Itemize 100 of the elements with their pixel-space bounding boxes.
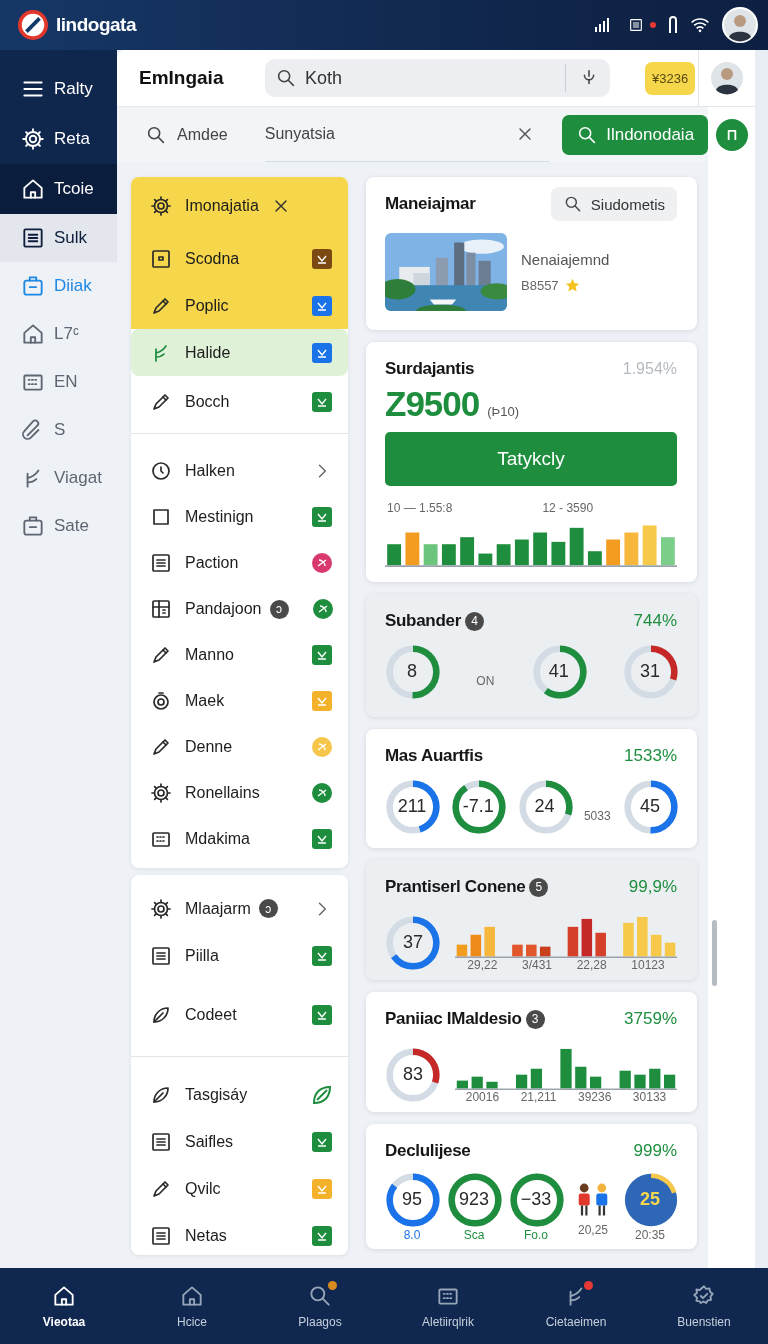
list-item[interactable]: Manno: [131, 632, 348, 678]
sidebar-item[interactable]: Sate: [0, 502, 117, 550]
chart-bar: [516, 1074, 528, 1089]
axis-label: 39236: [577, 1090, 612, 1104]
list-item[interactable]: Mdakima: [131, 816, 348, 862]
chart-bar: [514, 539, 529, 566]
avatar-icon[interactable]: [722, 7, 758, 43]
card-title: Surdajantis: [385, 359, 475, 379]
chart-bar: [387, 544, 402, 566]
chart-bar: [619, 1070, 631, 1089]
battery-icon: [668, 16, 678, 34]
search-icon: [307, 1283, 333, 1309]
list-item[interactable]: Scodna: [131, 235, 348, 282]
list-item[interactable]: Piilla: [131, 932, 348, 979]
sidebar-item[interactable]: Sulk: [0, 214, 117, 262]
avatar-icon[interactable]: [709, 60, 745, 96]
axis-label: 10 — 1.55:8: [387, 501, 453, 515]
gauge-value: -7.1: [461, 796, 495, 817]
chart-bar: [623, 922, 634, 957]
chart-bar: [470, 934, 482, 957]
axis-label: 30133: [632, 1090, 667, 1104]
search-field[interactable]: Koth: [265, 59, 610, 97]
list-item[interactable]: Paction: [131, 540, 348, 586]
chart-bar: [471, 1076, 483, 1089]
axis-label: 29,22: [467, 958, 498, 972]
search-input[interactable]: Koth: [305, 67, 557, 89]
sidebar-item[interactable]: EN: [0, 358, 117, 406]
gear-icon: [149, 194, 173, 218]
sidebar-item[interactable]: Ralty: [0, 64, 117, 114]
music-button[interactable]: [715, 118, 748, 151]
search-button[interactable]: Ilndonodaia: [562, 114, 709, 155]
sidebar-item[interactable]: L7ᶜ: [0, 310, 117, 358]
sidebar-item[interactable]: Viagat: [0, 454, 117, 502]
nav-tab[interactable]: Plaagos: [256, 1268, 384, 1344]
card-title: Subander: [385, 611, 461, 631]
sidebar-item[interactable]: Reta: [0, 114, 117, 164]
star-icon: [564, 278, 580, 293]
list-item[interactable]: Denne: [131, 724, 348, 770]
chart-bar: [624, 532, 639, 566]
list-item[interactable]: Tasgisáy: [131, 1071, 348, 1118]
list-item[interactable]: Halide: [131, 329, 348, 376]
list-item[interactable]: Mestinign: [131, 494, 348, 540]
sidebar-item[interactable]: Tcoie: [0, 164, 117, 214]
scrollbar[interactable]: [712, 920, 717, 986]
count-badge: 4: [465, 611, 484, 631]
chart-bar: [441, 544, 456, 566]
percent-change: 1533%: [624, 746, 677, 766]
axis-label: 3/431: [521, 958, 552, 972]
list-item[interactable]: Saifles: [131, 1118, 348, 1165]
axis-label: 20016: [465, 1090, 500, 1104]
list-item[interactable]: Poplic: [131, 282, 348, 329]
list-item[interactable]: Netas: [131, 1212, 348, 1255]
axis-label: 12 - 3590: [542, 501, 594, 515]
gauge-value: 31: [638, 661, 661, 682]
sidebar-item[interactable]: S: [0, 406, 117, 454]
card-title: Mas Auartfis: [385, 746, 483, 766]
chart-bar: [642, 525, 657, 566]
chart-bar: [575, 1066, 587, 1089]
document-icon: [20, 225, 46, 251]
gauge-value: 83: [402, 1064, 424, 1085]
count-badge: ɔ: [258, 899, 278, 918]
count-badge: 5: [529, 877, 549, 897]
chart-bar: [551, 541, 566, 566]
gauge-value: 45: [638, 796, 661, 817]
list-item[interactable]: Bocch: [131, 376, 348, 428]
axis-label: 21,211: [520, 1090, 557, 1104]
chart-bar: [567, 926, 579, 957]
action-button[interactable]: Tatykcly: [385, 432, 677, 486]
percent-change: 1.954%: [622, 360, 677, 378]
nav-tab[interactable]: Vieotaa: [0, 1268, 128, 1344]
nav-tab[interactable]: Hcice: [128, 1268, 256, 1344]
gauge-value: 25: [639, 1189, 661, 1210]
stat-value: Z9500: [385, 384, 480, 424]
list-item[interactable]: Maek: [131, 678, 348, 724]
list-item[interactable]: Ronellains: [131, 770, 348, 816]
list-item[interactable]: Halken: [131, 448, 348, 494]
wifi-icon: [690, 17, 710, 33]
search-button[interactable]: Siudometis: [550, 187, 677, 221]
list-item[interactable]: Qvilc: [131, 1165, 348, 1212]
settings-icon: [20, 126, 46, 152]
list-item[interactable]: Pandajoon ɔ: [131, 586, 348, 632]
app-name: Iindogata: [56, 14, 136, 36]
nav-tab[interactable]: Cietaeimen: [512, 1268, 640, 1344]
list-item[interactable]: Codeet: [131, 979, 348, 1051]
gauge-value: 95: [401, 1189, 423, 1210]
card-title: Declulijese: [385, 1141, 471, 1161]
filter-link[interactable]: Amdee: [145, 123, 265, 146]
gauge-caption: Sca: [463, 1228, 485, 1242]
gauge-caption: 20,25: [578, 1223, 608, 1237]
gauge-caption: Fo.o: [524, 1228, 548, 1242]
gauge-value: 8: [406, 661, 418, 682]
chart-bar: [660, 537, 675, 566]
gauge-value: 923: [457, 1189, 490, 1210]
list-item[interactable]: Mlaajarm ɔ: [131, 885, 348, 932]
nav-tab[interactable]: Aletiirqlrik: [384, 1268, 512, 1344]
nav-tab[interactable]: Buenstien: [640, 1268, 768, 1344]
filter-input[interactable]: Sunyatsia: [264, 125, 516, 143]
chart-bar: [460, 537, 475, 566]
chart-bar: [496, 544, 511, 566]
gauge-value: 41: [547, 661, 570, 682]
